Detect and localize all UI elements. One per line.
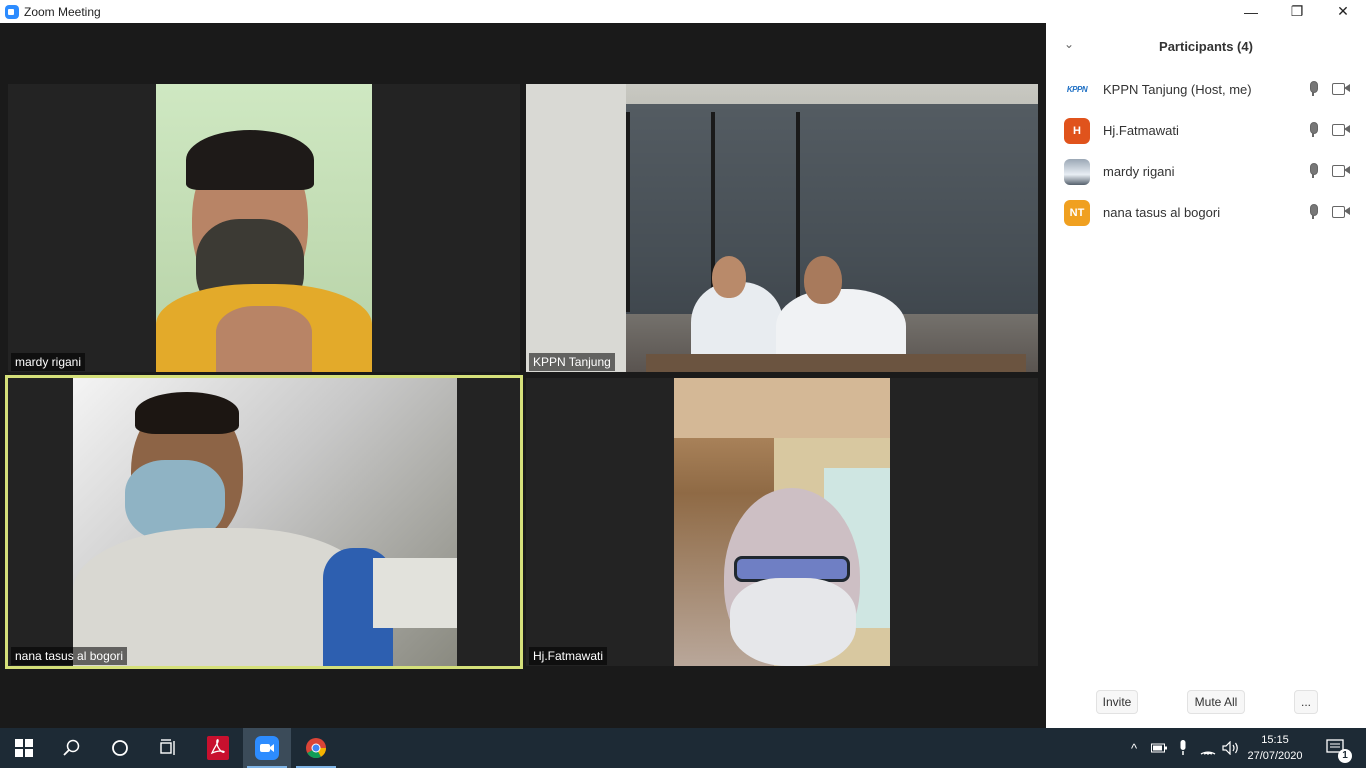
participant-name: mardy rigani bbox=[1103, 164, 1175, 179]
taskbar-clock[interactable]: 15:15 27/07/2020 bbox=[1240, 732, 1310, 764]
tile-name-label: Hj.Fatmawati bbox=[529, 647, 608, 665]
microphone-icon[interactable] bbox=[1308, 163, 1318, 179]
avatar: NT bbox=[1064, 199, 1090, 226]
window-title: Zoom Meeting bbox=[24, 4, 101, 19]
search-icon[interactable] bbox=[48, 728, 96, 768]
show-hidden-icons-chevron-icon[interactable]: ^ bbox=[1126, 741, 1142, 756]
chrome-icon[interactable] bbox=[292, 728, 340, 768]
minimize-button[interactable]: — bbox=[1228, 0, 1274, 23]
participant-row[interactable]: NT nana tasus al bogori bbox=[1046, 192, 1366, 233]
wifi-icon[interactable] bbox=[1196, 728, 1220, 768]
participant-name: nana tasus al bogori bbox=[1103, 205, 1221, 220]
participant-video bbox=[73, 378, 457, 666]
participant-row[interactable]: mardy rigani bbox=[1046, 151, 1366, 192]
participants-panel: — ❐ ✕ ⌄ Participants (4) KPPN KPPN Tanju… bbox=[1046, 0, 1366, 728]
participant-video bbox=[674, 378, 890, 666]
volume-icon[interactable] bbox=[1220, 728, 1242, 768]
video-tile-nana[interactable]: nana tasus al bogori bbox=[5, 375, 523, 669]
window-titlebar: Zoom Meeting bbox=[0, 0, 1046, 23]
more-options-button[interactable]: ... bbox=[1294, 690, 1318, 714]
video-tile-mardy[interactable]: mardy rigani bbox=[8, 84, 520, 372]
zoom-taskbar-icon[interactable] bbox=[243, 728, 291, 768]
avatar: KPPN bbox=[1064, 76, 1090, 103]
microphone-tray-icon[interactable] bbox=[1172, 728, 1194, 768]
task-view-icon[interactable] bbox=[144, 728, 192, 768]
tile-name-label: nana tasus al bogori bbox=[11, 647, 128, 665]
close-button[interactable]: ✕ bbox=[1320, 0, 1366, 23]
zoom-app-icon bbox=[5, 4, 19, 19]
microphone-icon[interactable] bbox=[1308, 204, 1318, 220]
adobe-acrobat-icon[interactable] bbox=[194, 728, 242, 768]
participant-video bbox=[156, 84, 372, 372]
chevron-down-icon[interactable]: ⌄ bbox=[1064, 37, 1074, 51]
restore-button[interactable]: ❐ bbox=[1274, 0, 1320, 23]
video-grid: mardy rigani KPPN Tanjung nana tasus al bbox=[0, 23, 1046, 728]
video-camera-icon[interactable] bbox=[1332, 163, 1350, 177]
windows-taskbar: ^ 15:15 27/07/2020 1 bbox=[0, 728, 1366, 768]
participant-name: Hj.Fatmawati bbox=[1103, 123, 1179, 138]
tile-name-label: mardy rigani bbox=[11, 353, 86, 371]
microphone-icon[interactable] bbox=[1308, 81, 1318, 97]
clock-time: 15:15 bbox=[1261, 734, 1289, 746]
avatar bbox=[1064, 158, 1090, 185]
participants-title: Participants (4) bbox=[1159, 38, 1253, 54]
tile-name-label: KPPN Tanjung bbox=[529, 353, 615, 371]
microphone-icon[interactable] bbox=[1308, 122, 1318, 138]
clock-date: 27/07/2020 bbox=[1247, 750, 1303, 762]
windows-start-icon[interactable] bbox=[0, 728, 48, 768]
battery-icon[interactable] bbox=[1148, 728, 1170, 768]
video-camera-icon[interactable] bbox=[1332, 81, 1350, 95]
participants-list: KPPN KPPN Tanjung (Host, me) H Hj.Fatmaw… bbox=[1046, 69, 1366, 233]
video-camera-icon[interactable] bbox=[1332, 122, 1350, 136]
participant-row[interactable]: H Hj.Fatmawati bbox=[1046, 110, 1366, 151]
window-controls: — ❐ ✕ bbox=[1228, 0, 1366, 23]
avatar: H bbox=[1064, 117, 1090, 144]
video-tile-fatmawati[interactable]: Hj.Fatmawati bbox=[526, 378, 1038, 666]
participants-footer: Invite Mute All ... bbox=[1046, 690, 1366, 714]
mute-all-button[interactable]: Mute All bbox=[1187, 690, 1245, 714]
video-tile-kppn[interactable]: KPPN Tanjung bbox=[526, 84, 1038, 372]
cortana-icon[interactable] bbox=[96, 728, 144, 768]
participants-header: ⌄ Participants (4) bbox=[1046, 34, 1366, 58]
system-tray: ^ bbox=[1126, 728, 1142, 768]
notification-center-icon[interactable]: 1 bbox=[1316, 728, 1356, 768]
participant-name: KPPN Tanjung (Host, me) bbox=[1103, 82, 1252, 97]
participant-row[interactable]: KPPN KPPN Tanjung (Host, me) bbox=[1046, 69, 1366, 110]
participant-video bbox=[526, 84, 1038, 372]
invite-button[interactable]: Invite bbox=[1096, 690, 1138, 714]
notification-count-badge: 1 bbox=[1338, 749, 1352, 763]
video-camera-icon[interactable] bbox=[1332, 204, 1350, 218]
